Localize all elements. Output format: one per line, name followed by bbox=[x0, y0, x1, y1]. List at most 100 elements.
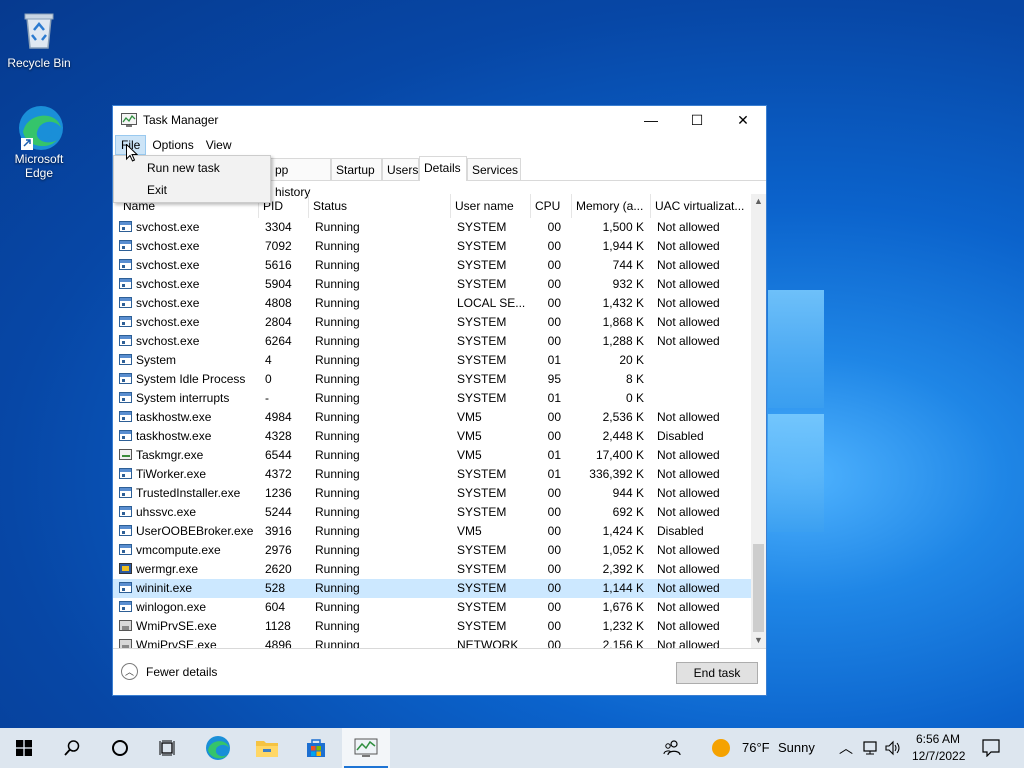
cell-status: Running bbox=[315, 258, 360, 272]
cell-uac: Not allowed bbox=[657, 486, 720, 500]
process-icon bbox=[119, 525, 132, 536]
process-icon bbox=[119, 411, 132, 422]
vertical-scrollbar[interactable]: ▲ ▼ bbox=[751, 194, 766, 648]
table-row[interactable]: svchost.exe 5616 Running SYSTEM 00 744 K Not a… bbox=[113, 256, 751, 275]
table-row[interactable]: svchost.exe 6264 Running SYSTEM 00 1,288 K Not… bbox=[113, 332, 751, 351]
table-row[interactable]: winlogon.exe 604 Running SYSTEM 00 1,676 K Not… bbox=[113, 598, 751, 617]
table-row[interactable]: WmiPrvSE.exe 4896 Running NETWORK 00 2,156 K N… bbox=[113, 636, 751, 648]
clock-time[interactable]: 6:56 AM bbox=[916, 732, 960, 746]
process-icon bbox=[119, 354, 132, 365]
cell-name: svchost.exe bbox=[136, 220, 200, 234]
table-row[interactable]: uhssvc.exe 5244 Running SYSTEM 00 692 K Not al… bbox=[113, 503, 751, 522]
task-view-button[interactable] bbox=[144, 728, 192, 768]
table-row[interactable]: svchost.exe 4808 Running LOCAL SE... 00 1,432… bbox=[113, 294, 751, 313]
column-header-uac[interactable]: UAC virtualizat... bbox=[651, 194, 751, 218]
network-icon[interactable] bbox=[862, 740, 880, 756]
fewer-details-button[interactable]: ︿ Fewer details bbox=[121, 663, 217, 680]
cell-name: wermgr.exe bbox=[136, 562, 199, 576]
edge-icon bbox=[17, 104, 63, 150]
table-row[interactable]: svchost.exe 7092 Running SYSTEM 00 1,944 K Not… bbox=[113, 237, 751, 256]
table-row[interactable]: taskhostw.exe 4328 Running VM5 00 2,448 K Disa… bbox=[113, 427, 751, 446]
table-row[interactable]: System 4 Running SYSTEM 01 20 K bbox=[113, 351, 751, 370]
process-icon bbox=[119, 278, 132, 289]
cell-user: SYSTEM bbox=[457, 220, 507, 234]
taskbar-edge-button[interactable] bbox=[194, 728, 242, 768]
cell-mem: 17,400 K bbox=[595, 448, 644, 462]
tab-services[interactable]: Services bbox=[467, 158, 521, 180]
column-header-status[interactable]: Status bbox=[309, 194, 451, 218]
tab-startup[interactable]: Startup bbox=[331, 158, 382, 180]
sun-icon[interactable] bbox=[712, 739, 730, 757]
table-row[interactable]: wermgr.exe 2620 Running SYSTEM 00 2,392 K Not … bbox=[113, 560, 751, 579]
table-row[interactable]: System Idle Process 0 Running SYSTEM 95 8 K bbox=[113, 370, 751, 389]
cell-uac: Not allowed bbox=[657, 334, 720, 348]
scroll-down-icon[interactable]: ▼ bbox=[751, 633, 766, 648]
volume-icon[interactable] bbox=[884, 740, 902, 756]
menu-options[interactable]: Options bbox=[146, 135, 199, 155]
menu-item-run-new-task[interactable]: Run new task bbox=[147, 161, 220, 175]
people-icon bbox=[663, 740, 681, 756]
table-row[interactable]: System interrupts - Running SYSTEM 01 0 K bbox=[113, 389, 751, 408]
tab-users[interactable]: Users bbox=[382, 158, 419, 180]
people-button[interactable] bbox=[650, 728, 694, 768]
table-row[interactable]: WmiPrvSE.exe 1128 Running SYSTEM 00 1,232 K No… bbox=[113, 617, 751, 636]
cell-cpu: 01 bbox=[547, 467, 561, 481]
weather-temp[interactable]: 76°F bbox=[742, 740, 770, 755]
tab-app-history[interactable]: pp history bbox=[271, 158, 331, 199]
weather-condition[interactable]: Sunny bbox=[778, 740, 815, 755]
cortana-button[interactable] bbox=[96, 728, 144, 768]
cell-name: uhssvc.exe bbox=[136, 505, 197, 519]
scroll-up-icon[interactable]: ▲ bbox=[751, 194, 766, 209]
table-row[interactable]: TrustedInstaller.exe 1236 Running SYSTEM 00 9… bbox=[113, 484, 751, 503]
table-row[interactable]: wininit.exe 528 Running SYSTEM 00 1,144 K Not … bbox=[113, 579, 751, 598]
cell-cpu: 01 bbox=[547, 448, 561, 462]
cell-uac: Not allowed bbox=[657, 562, 720, 576]
cell-uac: Not allowed bbox=[657, 448, 720, 462]
table-row[interactable]: svchost.exe 3304 Running SYSTEM 00 1,500 K Not… bbox=[113, 218, 751, 237]
cell-cpu: 01 bbox=[547, 391, 561, 405]
cell-status: Running bbox=[315, 429, 360, 443]
menu-bar: File Options View bbox=[113, 134, 766, 156]
cell-mem: 932 K bbox=[612, 277, 644, 291]
cell-name: taskhostw.exe bbox=[136, 429, 212, 443]
desktop-icon-recycle-bin[interactable]: Recycle Bin bbox=[0, 8, 79, 70]
table-row[interactable]: Taskmgr.exe 6544 Running VM5 01 17,400 K Not a… bbox=[113, 446, 751, 465]
taskbar-file-explorer-button[interactable] bbox=[243, 728, 291, 768]
desktop-icon-edge[interactable]: Microsoft Edge bbox=[0, 104, 79, 180]
tab-details[interactable]: Details bbox=[419, 156, 467, 181]
process-icon bbox=[119, 316, 132, 327]
taskbar-store-button[interactable] bbox=[292, 728, 340, 768]
process-icon bbox=[119, 240, 132, 251]
taskbar-task-manager-button[interactable] bbox=[342, 728, 390, 768]
cell-cpu: 00 bbox=[547, 543, 561, 557]
search-button[interactable] bbox=[48, 728, 96, 768]
clock-date[interactable]: 12/7/2022 bbox=[912, 749, 965, 763]
notification-icon[interactable] bbox=[982, 739, 1000, 757]
table-row[interactable]: svchost.exe 2804 Running SYSTEM 00 1,868 K Not… bbox=[113, 313, 751, 332]
cell-mem: 2,448 K bbox=[602, 429, 644, 443]
column-header-user-name[interactable]: User name bbox=[451, 194, 531, 218]
column-header-cpu[interactable]: CPU bbox=[531, 194, 572, 218]
scrollbar-thumb[interactable] bbox=[753, 544, 764, 632]
cell-mem: 0 K bbox=[625, 391, 644, 405]
table-row[interactable]: TiWorker.exe 4372 Running SYSTEM 01 336,392 K… bbox=[113, 465, 751, 484]
cell-status: Running bbox=[315, 410, 360, 424]
column-header-memory[interactable]: Memory (a... bbox=[572, 194, 651, 218]
close-button[interactable]: ✕ bbox=[720, 106, 766, 134]
menu-item-exit[interactable]: Exit bbox=[147, 183, 167, 197]
start-button[interactable] bbox=[0, 728, 48, 768]
cell-status: Running bbox=[315, 277, 360, 291]
table-row[interactable]: svchost.exe 5904 Running SYSTEM 00 932 K Not a… bbox=[113, 275, 751, 294]
table-row[interactable]: taskhostw.exe 4984 Running VM5 00 2,536 K Not … bbox=[113, 408, 751, 427]
chevron-up-icon[interactable]: ︿ bbox=[839, 738, 853, 758]
table-row[interactable]: UserOOBEBroker.exe 3916 Running VM5 00 1,424 … bbox=[113, 522, 751, 541]
table-row[interactable]: vmcompute.exe 2976 Running SYSTEM 00 1,052 K N… bbox=[113, 541, 751, 560]
minimize-button[interactable]: — bbox=[628, 106, 674, 134]
cell-mem: 692 K bbox=[612, 505, 644, 519]
title-bar[interactable]: Task Manager — ☐ ✕ bbox=[113, 106, 766, 134]
end-task-button[interactable]: End task bbox=[676, 662, 758, 684]
cell-status: Running bbox=[315, 562, 360, 576]
maximize-button[interactable]: ☐ bbox=[674, 106, 720, 134]
process-icon bbox=[119, 639, 132, 648]
menu-view[interactable]: View bbox=[200, 135, 238, 155]
